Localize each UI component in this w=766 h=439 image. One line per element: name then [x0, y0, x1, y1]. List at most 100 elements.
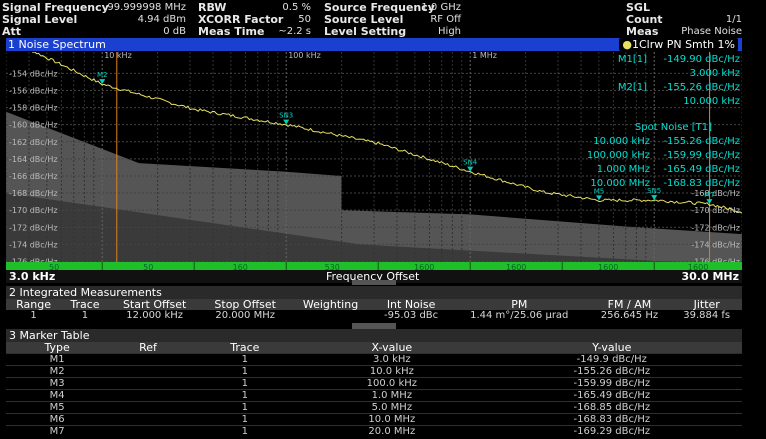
- noise-spectrum-plot[interactable]: -154 dBc/Hz -156 dBc/Hz -158 dBc/Hz -160 dB…: [6, 52, 742, 282]
- column-header[interactable]: PM: [450, 299, 588, 310]
- table-cell: M4: [6, 389, 109, 402]
- noise-spectrum-title-bar[interactable]: 1 Noise Spectrum ●1Clrw PN Smth 1%: [6, 38, 742, 51]
- column-header[interactable]: Weighting: [289, 299, 372, 310]
- table-cell: 5.0 MHz: [302, 401, 482, 414]
- table-cell: -168.83 dBc/Hz: [481, 413, 742, 426]
- table-cell: M6: [6, 413, 109, 426]
- table-row[interactable]: M7 1 20.0 MHz -169.29 dBc/Hz: [6, 425, 742, 437]
- table-cell: 256.645 Hz: [600, 310, 659, 321]
- table-cell: 3.0 kHz: [302, 353, 482, 366]
- y-tick-label: -168 dBc/Hz: [9, 189, 58, 198]
- column-header[interactable]: Ref: [108, 342, 188, 354]
- column-header[interactable]: Trace: [61, 299, 109, 310]
- table-cell: 39.884 fs: [683, 310, 731, 321]
- header-value: ~2.2 s: [278, 26, 311, 37]
- table-cell: -95.03 dBc: [384, 310, 439, 321]
- column-header[interactable]: Type: [6, 342, 109, 354]
- table-cell: [108, 401, 188, 414]
- table-cell: 1.0 MHz: [302, 389, 482, 402]
- table-cell: 1: [187, 401, 303, 414]
- y-tick-label: -172 dBc/Hz: [9, 223, 58, 232]
- header-value: 0.5 %: [282, 2, 311, 13]
- header-label: Meas: [626, 25, 659, 38]
- trace-label[interactable]: ●1Clrw PN Smth 1%: [619, 38, 738, 51]
- spot-noise-freq: 1.000 MHz: [597, 164, 650, 175]
- decade-label: 100 kHz: [288, 52, 321, 60]
- table-cell: 20.0 MHz: [302, 425, 482, 437]
- table-row[interactable]: 1 1 12.000 kHz 20.000 MHz -95.03 dBc 1.44 m°/…: [6, 310, 742, 321]
- table-cell: M2: [6, 365, 109, 378]
- table-row[interactable]: M1 1 3.0 kHz -149.9 dBc/Hz: [6, 353, 742, 366]
- marker-readout-value: -155.26 dBc/Hz: [663, 82, 740, 93]
- header-value: 1/1: [725, 14, 742, 25]
- table-row[interactable]: M3 1 100.0 kHz -159.99 dBc/Hz: [6, 377, 742, 390]
- marker-label: SN4: [463, 159, 478, 167]
- column-header[interactable]: Range: [6, 299, 62, 310]
- trace-dot-icon: ●: [622, 38, 632, 51]
- y-tick-label-right: -174 dBc/Hz: [691, 240, 740, 249]
- column-header[interactable]: FM / AM: [587, 299, 672, 310]
- table-cell: 1: [187, 377, 303, 390]
- table-cell: M1: [6, 353, 109, 366]
- table-row[interactable]: M2 1 10.0 kHz -155.26 dBc/Hz: [6, 365, 742, 378]
- marker-readout-name: M1[1]: [618, 54, 647, 65]
- spot-noise-freq: 100.000 kHz: [587, 150, 650, 161]
- header-value: 0 dB: [163, 26, 186, 37]
- panel-resize-grip[interactable]: [352, 280, 396, 285]
- settings-header: Signal Frequency 99.999998 MHz Signal Leve…: [0, 0, 766, 38]
- marker-readout-value: -149.90 dBc/Hz: [663, 54, 740, 65]
- table-cell: 10.0 MHz: [302, 413, 482, 426]
- marker-readout-name: M2[1]: [618, 82, 647, 93]
- table-row[interactable]: M5 1 5.0 MHz -168.85 dBc/Hz: [6, 401, 742, 414]
- decade-label: 10 kHz: [104, 52, 132, 60]
- table-cell: 1: [187, 365, 303, 378]
- column-header[interactable]: X-value: [302, 342, 482, 354]
- table-row[interactable]: M4 1 1.0 MHz -165.49 dBc/Hz: [6, 389, 742, 402]
- spot-noise-freq: 10.000 kHz: [593, 136, 650, 147]
- column-header[interactable]: Int Noise: [371, 299, 451, 310]
- table-cell: 1: [81, 310, 89, 321]
- header-value: Phase Noise: [681, 26, 742, 37]
- table-cell: 1: [187, 389, 303, 402]
- table-cell: -168.85 dBc/Hz: [481, 401, 742, 414]
- table-cell: [108, 377, 188, 390]
- table-cell: [108, 389, 188, 402]
- marker-label: M2: [97, 71, 108, 79]
- y-tick-label: -170 dBc/Hz: [9, 206, 58, 215]
- header-label: Level Setting: [324, 25, 407, 38]
- spot-noise-freq: 10.000 MHz: [590, 178, 650, 189]
- header-value: 50: [298, 14, 311, 25]
- table-cell: 1: [30, 310, 37, 321]
- table-cell: -169.29 dBc/Hz: [481, 425, 742, 437]
- column-header[interactable]: Y-value: [481, 342, 742, 354]
- panel-resize-grip[interactable]: [352, 323, 396, 329]
- table-cell: 20.000 MHz: [215, 310, 275, 321]
- marker-label: M7: [704, 191, 715, 199]
- spot-noise-value: -159.99 dBc/Hz: [663, 150, 740, 161]
- table-cell: [108, 413, 188, 426]
- table-cell: -165.49 dBc/Hz: [481, 389, 742, 402]
- column-header[interactable]: Start Offset: [108, 299, 201, 310]
- table-cell: [108, 353, 188, 366]
- table-cell: 12.000 kHz: [126, 310, 184, 321]
- table-cell: 1: [187, 353, 303, 366]
- column-header[interactable]: Jitter: [671, 299, 742, 310]
- integrated-measurements-table: Range Trace Start Offset Stop Offset Weighti…: [6, 299, 742, 321]
- header-label: Att: [2, 25, 22, 38]
- y-tick-label: -156 dBc/Hz: [9, 86, 58, 95]
- x-start-label: 3.0 kHz: [9, 270, 56, 283]
- spot-noise-value: -155.26 dBc/Hz: [663, 136, 740, 147]
- y-tick-label: -164 dBc/Hz: [9, 155, 58, 164]
- column-header[interactable]: Stop Offset: [200, 299, 290, 310]
- table-row[interactable]: M6 1 10.0 MHz -168.83 dBc/Hz: [6, 413, 742, 426]
- table-cell: 1.44 m°/25.06 µrad: [470, 310, 569, 321]
- window-title: 1 Noise Spectrum: [8, 38, 106, 51]
- header-label: Meas Time: [198, 25, 265, 38]
- marker-label: SN3: [279, 112, 293, 120]
- table-cell: 1: [187, 425, 303, 437]
- table-cell: M5: [6, 401, 109, 414]
- table-cell: M7: [6, 425, 109, 437]
- header-value: High: [438, 26, 461, 37]
- column-header[interactable]: Trace: [187, 342, 303, 354]
- spot-noise-value: -168.83 dBc/Hz: [663, 178, 740, 189]
